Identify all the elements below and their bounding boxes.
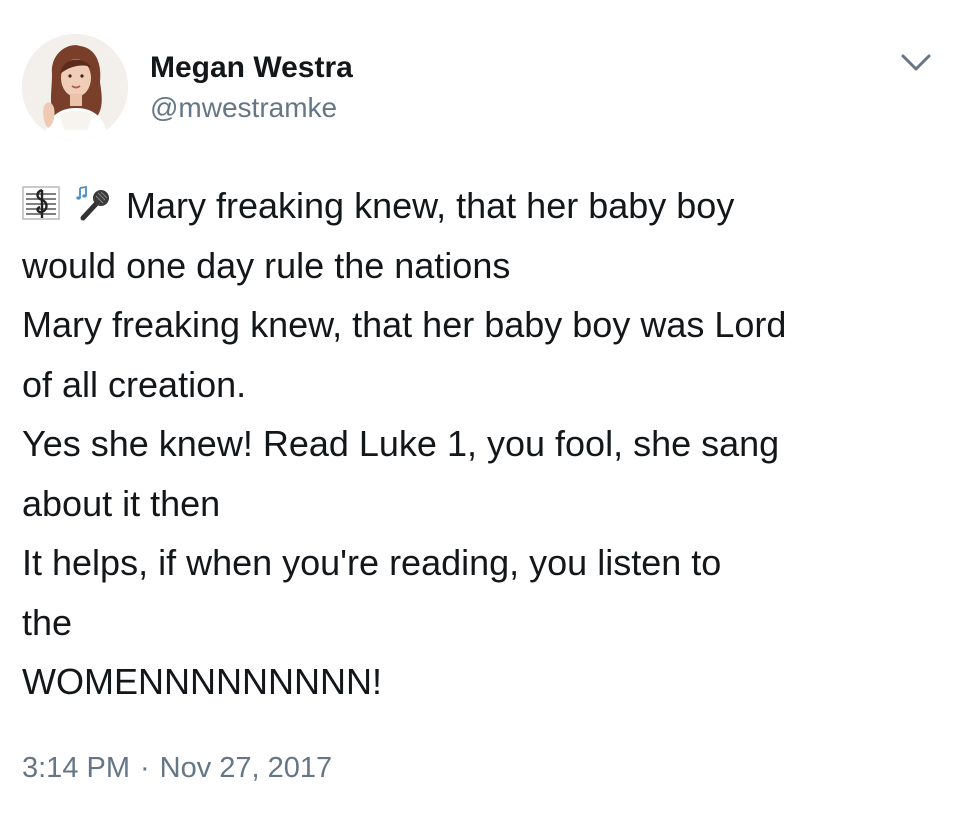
display-name[interactable]: Megan Westra <box>150 50 353 86</box>
chevron-down-icon <box>901 54 931 71</box>
tweet-date: Nov 27, 2017 <box>159 752 333 784</box>
tweet-text: Mary freaking knew, that her baby boy wo… <box>22 176 942 712</box>
avatar[interactable] <box>22 34 128 140</box>
tweet-line-1: Mary freaking knew, that her baby boy <box>22 176 942 236</box>
tweet-line-7: It helps, if when you're reading, you li… <box>22 542 722 583</box>
tweet-line-8: the <box>22 601 73 643</box>
tweet-line-text: Mary freaking knew, that her baby boy <box>126 185 735 226</box>
microphone-icon <box>74 184 112 222</box>
tweet-timestamp[interactable]: 3:14 PM · Nov 27, 2017 <box>22 750 332 786</box>
tweet-line-6: about it then <box>22 482 221 524</box>
more-options-button[interactable] <box>893 46 939 80</box>
tweet-card: Megan Westra @mwestramke Mary freaking k… <box>0 0 960 814</box>
tweet-line-9: WOMENNNNNNNNN! <box>22 661 382 702</box>
author-info: Megan Westra @mwestramke <box>150 50 353 126</box>
profile-photo-icon <box>22 34 128 140</box>
tweet-line-2: would one day rule the nations <box>22 244 511 286</box>
tweet-time: 3:14 PM <box>22 752 130 784</box>
sheet-music-icon <box>22 184 60 222</box>
timestamp-separator: · <box>140 752 150 784</box>
tweet-line-4: of all creation. <box>22 363 247 405</box>
tweet-line-5: Yes she knew! Read Luke 1, you fool, she… <box>22 423 780 464</box>
user-handle[interactable]: @mwestramke <box>150 90 353 126</box>
tweet-line-3: Mary freaking knew, that her baby boy wa… <box>22 304 787 345</box>
